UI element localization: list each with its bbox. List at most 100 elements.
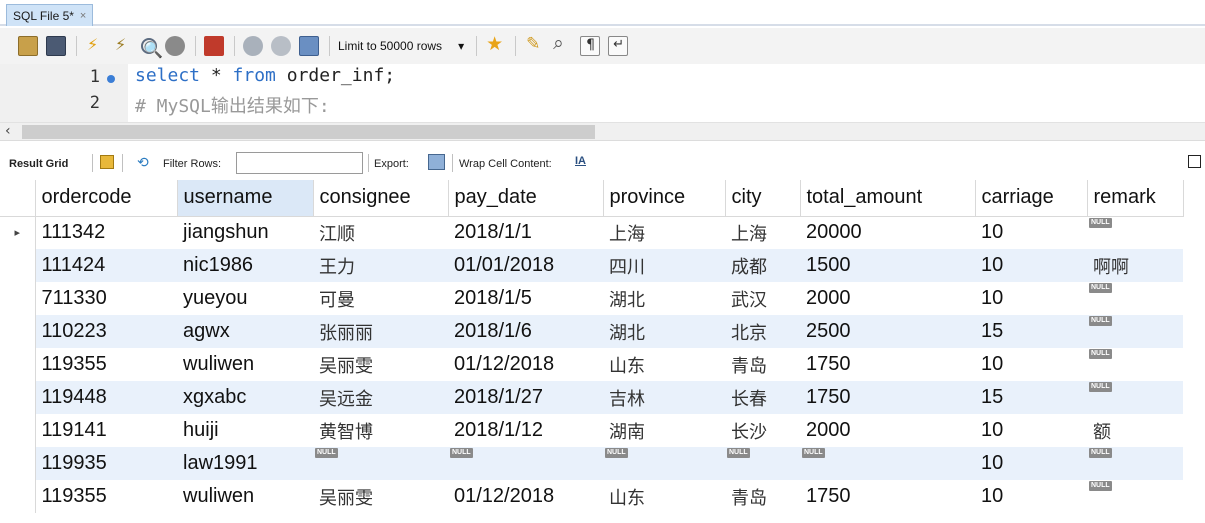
row-selector[interactable]: ▸ (0, 216, 36, 249)
table-cell[interactable]: 额 (1087, 414, 1183, 447)
table-cell[interactable]: 北京 (725, 315, 800, 348)
table-cell[interactable]: nic1986 (177, 249, 313, 282)
commit-icon[interactable] (243, 36, 263, 56)
execute-icon[interactable] (85, 35, 105, 56)
table-cell[interactable]: 上海 (725, 216, 800, 249)
limit-rows-select[interactable]: Limit to 50000 rows ▾ (338, 39, 464, 53)
table-row[interactable]: 711330 yueyou 可曼 2018/1/5 湖北 武汉 2000 10 NULL (0, 282, 1183, 315)
toggle-error-icon[interactable] (204, 36, 224, 56)
column-header[interactable]: province (603, 180, 726, 217)
table-cell[interactable]: xgxabc (177, 381, 313, 414)
table-cell[interactable]: 10 (975, 414, 1087, 447)
table-cell[interactable]: 上海 (603, 216, 725, 249)
table-cell[interactable]: 山东 (603, 480, 725, 513)
table-cell[interactable]: 01/12/2018 (448, 348, 603, 381)
row-selector[interactable] (0, 348, 36, 381)
table-cell[interactable]: 1750 (800, 480, 975, 513)
table-cell[interactable]: 2500 (800, 315, 975, 348)
column-header[interactable]: pay_date (448, 180, 604, 217)
panel-toggle-icon[interactable] (1188, 155, 1201, 168)
table-row[interactable]: ▸ 111342 jiangshun 江顺 2018/1/1 上海 上海 20000 10 NUL… (0, 216, 1183, 249)
table-cell[interactable]: 王力 (313, 249, 448, 282)
table-cell[interactable]: 111342 (35, 216, 177, 249)
stop-icon[interactable] (165, 36, 185, 56)
table-cell[interactable]: 吴丽雯 (313, 480, 448, 513)
table-cell[interactable]: 119141 (35, 414, 177, 447)
table-cell[interactable]: 可曼 (313, 282, 448, 315)
table-cell[interactable]: 10 (975, 447, 1087, 480)
column-header[interactable]: ordercode (35, 180, 178, 217)
table-cell[interactable]: 110223 (35, 315, 177, 348)
table-cell[interactable]: NULL (1087, 480, 1183, 513)
table-cell[interactable]: 江顺 (313, 216, 448, 249)
table-cell[interactable]: 119935 (35, 447, 177, 480)
table-cell[interactable]: 15 (975, 381, 1087, 414)
table-cell[interactable]: 2018/1/6 (448, 315, 603, 348)
table-cell[interactable]: NULL (448, 447, 603, 480)
table-cell[interactable]: NULL (1087, 381, 1183, 414)
table-cell[interactable]: NULL (603, 447, 725, 480)
find-icon[interactable] (552, 32, 572, 56)
column-header[interactable]: username (177, 180, 314, 217)
row-selector[interactable] (0, 447, 36, 480)
table-cell[interactable]: 2018/1/5 (448, 282, 603, 315)
table-row[interactable]: 119355 wuliwen 吴丽雯 01/12/2018 山东 青岛 1750 10 NULL (0, 480, 1183, 513)
row-selector[interactable] (0, 381, 36, 414)
table-cell[interactable]: 湖北 (603, 315, 725, 348)
table-cell[interactable]: NULL (800, 447, 975, 480)
table-cell[interactable]: NULL (1087, 348, 1183, 381)
table-row[interactable]: 111424 nic1986 王力 01/01/2018 四川 成都 1500 10 啊啊 (0, 249, 1183, 282)
row-selector[interactable] (0, 414, 36, 447)
table-cell[interactable]: 四川 (603, 249, 725, 282)
table-cell[interactable]: 吴丽雯 (313, 348, 448, 381)
autocommit-icon[interactable] (299, 36, 319, 56)
table-cell[interactable]: 2000 (800, 282, 975, 315)
table-cell[interactable]: 2018/1/27 (448, 381, 603, 414)
format-brush-icon[interactable] (524, 34, 544, 56)
table-cell[interactable]: 啊啊 (1087, 249, 1183, 282)
table-cell[interactable]: NULL (1087, 315, 1183, 348)
filter-rows-input[interactable] (236, 152, 363, 174)
column-header[interactable]: consignee (313, 180, 449, 217)
column-header[interactable]: remark (1087, 180, 1184, 217)
table-cell[interactable]: 长春 (725, 381, 800, 414)
table-cell[interactable]: NULL (313, 447, 448, 480)
wrap-cell-icon[interactable]: IA (575, 155, 586, 167)
table-cell[interactable]: 张丽丽 (313, 315, 448, 348)
table-cell[interactable]: 119355 (35, 348, 177, 381)
table-row[interactable]: 119935 law1991 NULL NULL NULL NULL NULL 10 NULL (0, 447, 1183, 480)
table-cell[interactable]: 1750 (800, 381, 975, 414)
table-cell[interactable]: 2000 (800, 414, 975, 447)
table-cell[interactable]: 15 (975, 315, 1087, 348)
table-row[interactable]: 110223 agwx 张丽丽 2018/1/6 湖北 北京 2500 15 NULL (0, 315, 1183, 348)
table-cell[interactable]: 119355 (35, 480, 177, 513)
table-cell[interactable]: jiangshun (177, 216, 313, 249)
execute-current-icon[interactable] (113, 35, 133, 56)
column-header[interactable]: carriage (975, 180, 1088, 217)
table-cell[interactable]: NULL (1087, 447, 1183, 480)
table-cell[interactable]: agwx (177, 315, 313, 348)
table-cell[interactable]: 长沙 (725, 414, 800, 447)
invisible-chars-icon[interactable] (580, 36, 601, 56)
table-cell[interactable]: 119448 (35, 381, 177, 414)
table-cell[interactable]: 1500 (800, 249, 975, 282)
word-wrap-icon[interactable] (608, 36, 629, 56)
table-cell[interactable]: wuliwen (177, 480, 313, 513)
table-cell[interactable]: 青岛 (725, 348, 800, 381)
table-cell[interactable]: 10 (975, 249, 1087, 282)
row-selector[interactable] (0, 249, 36, 282)
table-cell[interactable]: yueyou (177, 282, 313, 315)
table-cell[interactable]: 吴远金 (313, 381, 448, 414)
table-cell[interactable]: 01/01/2018 (448, 249, 603, 282)
table-row[interactable]: 119448 xgxabc 吴远金 2018/1/27 吉林 长春 1750 15 NULL (0, 381, 1183, 414)
table-cell[interactable]: 111424 (35, 249, 177, 282)
table-cell[interactable]: 黄智博 (313, 414, 448, 447)
table-cell[interactable]: 1750 (800, 348, 975, 381)
column-header[interactable]: total_amount (800, 180, 976, 217)
table-cell[interactable]: 2018/1/12 (448, 414, 603, 447)
scroll-left-icon[interactable]: ‹ (5, 123, 11, 139)
table-cell[interactable]: 2018/1/1 (448, 216, 603, 249)
table-cell[interactable]: NULL (1087, 216, 1183, 249)
filter-icon[interactable]: ⟲ (137, 154, 149, 171)
table-cell[interactable]: 吉林 (603, 381, 725, 414)
